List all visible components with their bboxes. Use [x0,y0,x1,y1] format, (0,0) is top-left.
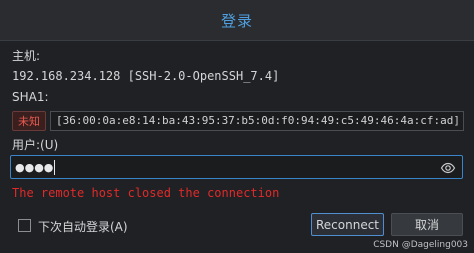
sha1-label: SHA1: [12,90,49,104]
auto-login-label[interactable]: 下次自动登录(A) [38,218,128,235]
host-value: 192.168.234.128 [SSH-2.0-OpenSSH_7.4] [12,69,280,83]
password-input[interactable]: ●●●● [10,155,463,179]
user-label: 用户:(U) [12,138,59,152]
dialog-footer: 下次自动登录(A) Reconnect 取消 [0,208,474,244]
cancel-button[interactable]: 取消 [391,213,463,236]
password-mask: ●●●● [15,160,54,174]
dialog-title: 登录 [220,11,253,30]
eye-icon[interactable] [440,160,456,176]
error-message: The remote host closed the connection [12,186,280,200]
fingerprint-field[interactable]: [36:00:0a:e8:14:ba:43:95:37:b5:0d:f0:94:… [50,111,464,131]
unknown-host-badge: 未知 [12,111,46,131]
text-caret [54,159,56,175]
watermark-text: CSDN @Dageling003 [373,240,468,250]
reconnect-button[interactable]: Reconnect [311,213,384,236]
dialog-titlebar: 登录 [0,0,474,41]
host-label: 主机: [12,49,41,63]
fingerprint-row: 未知 [36:00:0a:e8:14:ba:43:95:37:b5:0d:f0:… [12,110,464,132]
auto-login-checkbox[interactable] [18,219,31,232]
login-dialog: 登录 主机: 192.168.234.128 [SSH-2.0-OpenSSH_… [0,0,474,253]
